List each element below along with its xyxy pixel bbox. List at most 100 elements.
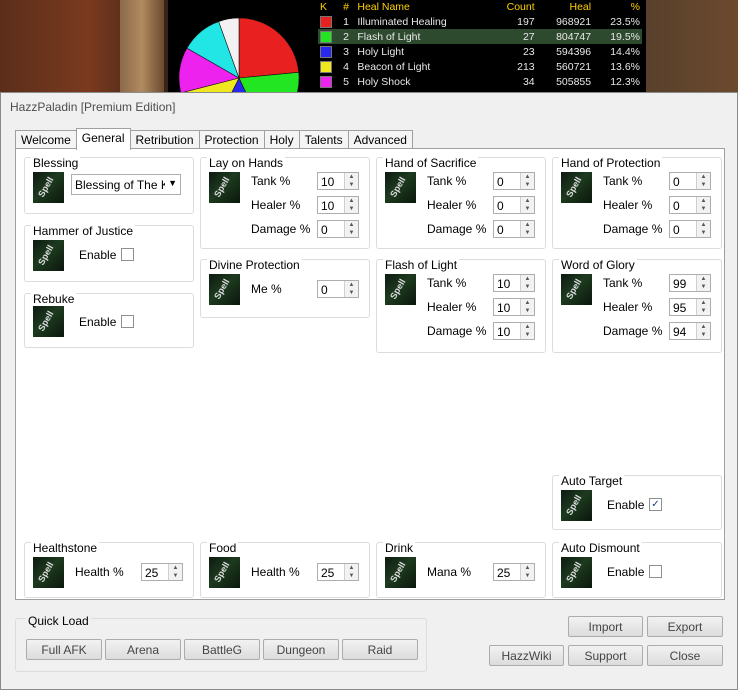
auto-target-enable-checkbox[interactable]: ✓ bbox=[649, 498, 662, 511]
hop-damage-input[interactable]: 0 ▲ ▼ bbox=[669, 220, 711, 238]
meter-row: 2 Flash of Light 27 804747 19.5% bbox=[318, 29, 642, 44]
group-title: Blessing bbox=[31, 156, 81, 170]
tab-general[interactable]: General bbox=[75, 128, 131, 150]
meter-count: 27 bbox=[490, 29, 537, 44]
meter-row: 1 Illuminated Healing 197 968921 23.5% bbox=[318, 14, 642, 29]
meter-col-hash: # bbox=[343, 1, 349, 13]
spell-icon: Spell bbox=[561, 557, 592, 588]
chevron-down-icon: ▼ bbox=[168, 178, 177, 188]
meter-percent: 13.6% bbox=[610, 60, 640, 73]
meter-row: 4 Beacon of Light 213 560721 13.6% bbox=[318, 59, 642, 74]
wog-healer-input[interactable]: 95 ▲ ▼ bbox=[669, 298, 711, 316]
meter-row: 3 Holy Light 23 594396 14.4% bbox=[318, 44, 642, 59]
healer-label: Healer % bbox=[603, 300, 653, 314]
healthstone-health-input[interactable]: 25 ▲ ▼ bbox=[141, 563, 183, 581]
meter-swatch-cell bbox=[318, 44, 341, 59]
game-background: K # Heal Name Count Heal % 1 Illuminated … bbox=[0, 0, 738, 92]
spell-icon: Spell bbox=[33, 306, 64, 337]
healer-label: Healer % bbox=[603, 198, 653, 212]
food-health-input[interactable]: 25 ▲ ▼ bbox=[317, 563, 359, 581]
group-title: Healthstone bbox=[31, 541, 100, 555]
meter-swatch-cell bbox=[318, 29, 342, 44]
fol-damage-input[interactable]: 10 ▲ ▼ bbox=[493, 322, 535, 340]
general-tab-page: Blessing Spell Blessing of The Kings▼ Ha… bbox=[15, 148, 725, 600]
loh-tank-input[interactable]: 10 ▲ ▼ bbox=[317, 172, 359, 190]
tab-welcome[interactable]: Welcome bbox=[15, 130, 77, 149]
meter-col-pct: % bbox=[630, 1, 640, 13]
meter-heal-amount: 968921 bbox=[556, 15, 592, 28]
meter-percent: 14.4% bbox=[610, 45, 640, 58]
hazzwiki-button[interactable]: HazzWiki bbox=[489, 645, 564, 666]
group-auto-dismount: Auto Dismount Spell Enable bbox=[552, 541, 722, 598]
fol-tank-input[interactable]: 10 ▲ ▼ bbox=[493, 274, 535, 292]
tank-label: Tank % bbox=[427, 174, 467, 188]
fol-healer-input[interactable]: 10 ▲ ▼ bbox=[493, 298, 535, 316]
meter-header: K # Heal Name Count Heal % bbox=[318, 0, 642, 14]
meter-percent: 19.5% bbox=[593, 29, 642, 44]
loh-healer-input[interactable]: 10 ▲ ▼ bbox=[317, 196, 359, 214]
enable-label: Enable bbox=[79, 315, 117, 329]
window-title: HazzPaladin [Premium Edition] bbox=[10, 100, 176, 114]
hop-healer-input[interactable]: 0 ▲ ▼ bbox=[669, 196, 711, 214]
addon-window: HazzPaladin [Premium Edition] Welcome Ge… bbox=[0, 92, 738, 690]
support-button[interactable]: Support bbox=[568, 645, 643, 666]
group-title: Word of Glory bbox=[559, 258, 637, 272]
group-title: Hand of Sacrifice bbox=[383, 156, 479, 170]
tab-protection[interactable]: Protection bbox=[198, 130, 265, 149]
hos-healer-input[interactable]: 0 ▲ ▼ bbox=[493, 196, 535, 214]
meter-heal-name: Flash of Light bbox=[355, 29, 491, 44]
meter-count: 213 bbox=[517, 60, 535, 73]
hos-damage-input[interactable]: 0 ▲ ▼ bbox=[493, 220, 535, 238]
quickload-full-afk-button[interactable]: Full AFK bbox=[26, 639, 102, 660]
meter-color-swatch bbox=[320, 30, 332, 43]
wog-tank-input[interactable]: 99 ▲ ▼ bbox=[669, 274, 711, 292]
damage-label: Damage % bbox=[603, 324, 663, 338]
blessing-select[interactable]: Blessing of The Kings▼ bbox=[71, 174, 181, 195]
hoj-enable-checkbox[interactable] bbox=[121, 248, 134, 261]
meter-rank: 1 bbox=[343, 15, 349, 28]
group-hammer-of-justice: Hammer of Justice Spell Enable bbox=[24, 224, 194, 282]
tank-label: Tank % bbox=[603, 174, 643, 188]
meter-col-count: Count bbox=[506, 1, 535, 13]
group-rebuke: Rebuke Spell Enable bbox=[24, 292, 194, 348]
spell-icon: Spell bbox=[33, 172, 64, 203]
tab-retribution[interactable]: Retribution bbox=[129, 130, 200, 149]
spell-icon: Spell bbox=[385, 274, 416, 305]
rebuke-enable-checkbox[interactable] bbox=[121, 315, 134, 328]
quickload-raid-button[interactable]: Raid bbox=[342, 639, 418, 660]
damage-label: Damage % bbox=[603, 222, 663, 236]
group-word-of-glory: Word of Glory Spell Tank % Healer % Dama… bbox=[552, 258, 722, 353]
auto-dismount-enable-checkbox[interactable] bbox=[649, 565, 662, 578]
drink-mana-input[interactable]: 25 ▲ ▼ bbox=[493, 563, 535, 581]
spell-icon: Spell bbox=[209, 274, 240, 305]
tank-label: Tank % bbox=[427, 276, 467, 290]
meter-heal-name: Illuminated Healing bbox=[357, 15, 447, 28]
loh-damage-input[interactable]: 0 ▲ ▼ bbox=[317, 220, 359, 238]
spell-icon: Spell bbox=[209, 172, 240, 203]
tank-label: Tank % bbox=[251, 174, 291, 188]
export-button[interactable]: Export bbox=[647, 616, 723, 637]
tank-label: Tank % bbox=[603, 276, 643, 290]
group-quick-load: Quick Load Full AFK Arena BattleG Dungeo… bbox=[15, 614, 427, 672]
import-button[interactable]: Import bbox=[568, 616, 643, 637]
hop-tank-input[interactable]: 0 ▲ ▼ bbox=[669, 172, 711, 190]
meter-count: 34 bbox=[522, 75, 535, 88]
tab-holy[interactable]: Holy bbox=[263, 130, 300, 149]
meter-heal-name: Beacon of Light bbox=[357, 60, 431, 73]
wog-damage-input[interactable]: 94 ▲ ▼ bbox=[669, 322, 711, 340]
tab-advanced[interactable]: Advanced bbox=[347, 130, 413, 149]
quickload-arena-button[interactable]: Arena bbox=[105, 639, 181, 660]
meter-rank: 4 bbox=[343, 60, 349, 73]
quickload-battleground-button[interactable]: BattleG bbox=[184, 639, 260, 660]
damage-label: Damage % bbox=[427, 222, 487, 236]
meter-swatch-cell bbox=[318, 14, 341, 29]
tab-talents[interactable]: Talents bbox=[298, 130, 349, 149]
group-food: Food Spell Health % 25 ▲ ▼ bbox=[200, 541, 370, 598]
dp-me-input[interactable]: 0 ▲ ▼ bbox=[317, 280, 359, 298]
spell-icon: Spell bbox=[385, 557, 416, 588]
group-title: Food bbox=[207, 541, 239, 555]
hos-tank-input[interactable]: 0 ▲ ▼ bbox=[493, 172, 535, 190]
quickload-dungeon-button[interactable]: Dungeon bbox=[263, 639, 339, 660]
close-button[interactable]: Close bbox=[647, 645, 723, 666]
group-title: Drink bbox=[383, 541, 416, 555]
